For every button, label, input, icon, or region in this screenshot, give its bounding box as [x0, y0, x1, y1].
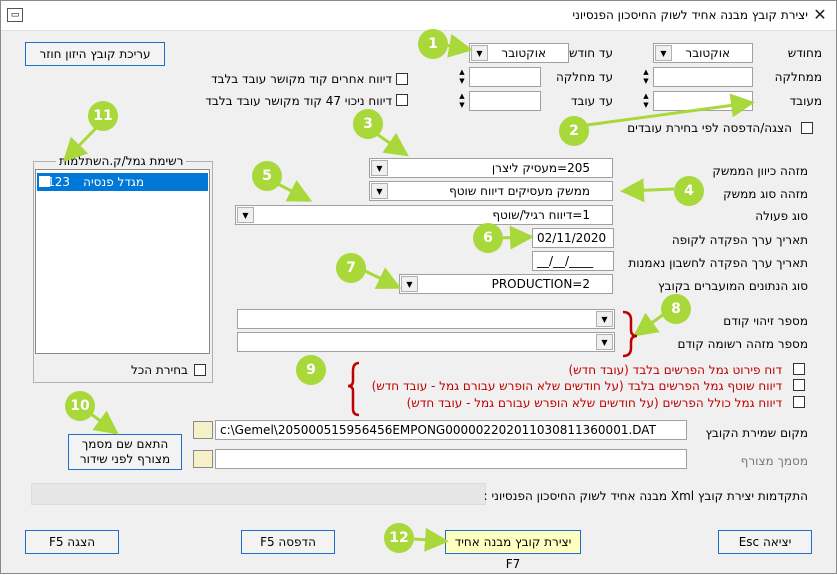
list-item-name: מגדל פנסיה — [83, 175, 144, 189]
to-emp-label: עד עובד — [570, 94, 613, 108]
window-title: יצירת קובץ מבנה אחיד לשוק החיסכון הפנסיו… — [572, 8, 808, 22]
spinner-icon[interactable]: ▲ ▼ — [640, 68, 652, 88]
list-item-code: 123 — [47, 175, 70, 189]
select-all-label: בחירת הכל — [131, 363, 188, 377]
to-month-label: עד חודש — [568, 46, 613, 60]
annotation-marker: 9 — [296, 355, 326, 385]
report-current-diff-label: דיווח שוטף גמל הפרשים בלבד (על חודשים של… — [371, 379, 782, 393]
chevron-down-icon[interactable]: ▼ — [237, 207, 254, 223]
annotation-marker: 1 — [418, 29, 448, 59]
trust-date-input[interactable]: __/__/____ — [532, 251, 614, 271]
from-dept-input[interactable]: ▲ ▼ — [643, 67, 753, 87]
close-icon[interactable]: ✕ — [810, 5, 830, 25]
print-button[interactable]: הדפסה F5 — [241, 530, 335, 554]
to-dept-label: עד מחלקה — [555, 70, 613, 84]
prev-id-select[interactable]: ▼ — [237, 309, 615, 329]
to-month-select[interactable]: אוקטובר ▼ — [469, 43, 569, 63]
list-item-checkbox[interactable] — [39, 176, 50, 187]
from-dept-label: ממחלקה — [774, 70, 822, 84]
annotation-marker: 3 — [353, 109, 383, 139]
prev-record-select[interactable]: ▼ — [237, 332, 615, 352]
progress-bar — [31, 483, 486, 505]
show-button[interactable]: הצגה F5 — [25, 530, 119, 554]
action-type-label: סוג פעולה — [755, 209, 808, 223]
data-type-label: סוג הנתונים המועברים בקובץ — [658, 279, 808, 293]
spinner-icon[interactable]: ▲ ▼ — [640, 92, 652, 112]
report-inclusive-checkbox[interactable] — [793, 396, 805, 408]
folder-icon[interactable] — [193, 421, 213, 439]
prev-record-label: מספר מזהה רשומה קודם — [677, 337, 808, 351]
main-window: ▭ יצירת קובץ מבנה אחיד לשוק החיסכון הפנס… — [0, 0, 837, 574]
report-details-label: דוח פירוט גמל הפרשים בלבד (עובד חדש) — [568, 363, 783, 377]
annotation-marker: 7 — [336, 253, 366, 283]
annotation-marker: 5 — [252, 161, 282, 191]
show-print-by-emp-label: הצגה/הדפסה לפי בחירת עובדים — [627, 121, 792, 135]
chevron-down-icon[interactable]: ▼ — [596, 334, 613, 350]
deposit-date-label: תאריך ערך הפקדה לקופה — [671, 233, 808, 247]
app-window-icon: ▭ — [7, 8, 23, 22]
annotation-marker: 10 — [65, 391, 95, 421]
chevron-down-icon[interactable]: ▼ — [471, 45, 488, 61]
annotation-marker: 4 — [674, 176, 704, 206]
annotation-marker: 6 — [473, 223, 503, 253]
save-path-label: מקום שמירת הקובץ — [705, 426, 808, 440]
spinner-icon[interactable]: ▲ ▼ — [456, 68, 468, 88]
prev-id-label: מספר זיהוי קודם — [723, 314, 808, 328]
chevron-down-icon[interactable]: ▼ — [655, 45, 672, 61]
from-month-label: מחודש — [787, 46, 822, 60]
annotation-marker: 12 — [384, 523, 414, 553]
deposit-date-input[interactable]: 02/11/2020 — [532, 228, 614, 248]
title-bar: ▭ יצירת קובץ מבנה אחיד לשוק החיסכון הפנס… — [1, 1, 836, 31]
employer-dir-label: מזהה כיוון הממשק — [712, 164, 808, 178]
folder-icon[interactable] — [193, 450, 213, 468]
list-item[interactable]: מגדל פנסיה 123 — [37, 173, 208, 191]
chevron-down-icon[interactable]: ▼ — [371, 160, 388, 176]
report-deduct47-label: דיווח ניכוי 47 קוד מקושר עובד בלבד — [205, 94, 392, 108]
interface-type-select[interactable]: ממשק מעסיקים דיווח שוטף ▼ — [369, 181, 613, 201]
report-deduct47-checkbox[interactable] — [396, 94, 408, 106]
attached-doc-input[interactable] — [215, 449, 687, 469]
from-emp-label: מעובד — [789, 94, 822, 108]
chevron-down-icon[interactable]: ▼ — [401, 276, 418, 292]
annotation-marker: 2 — [559, 116, 589, 146]
action-type-select[interactable]: 1=דיווח רגיל/שוטף ▼ — [235, 205, 613, 225]
from-emp-input[interactable]: ▲ ▼ — [643, 91, 753, 111]
annotation-marker: 8 — [661, 294, 691, 324]
report-others-checkbox[interactable] — [396, 73, 408, 85]
pension-list-title: רשימת גמל/ק.השתלמות — [56, 154, 187, 168]
save-path-input[interactable]: c:\Gemel\205000515956456EMPONG0000022020… — [215, 420, 687, 440]
attached-doc-label: מסמך מצורף — [740, 454, 808, 468]
report-details-checkbox[interactable] — [793, 363, 805, 375]
progress-label: התקדמות יצירת קובץ Xml מבנה אחיד לשוק הח… — [483, 489, 808, 503]
select-all-checkbox[interactable] — [194, 364, 206, 376]
trust-date-label: תאריך ערך הפקדה לחשבון נאמנות — [628, 256, 808, 270]
match-doc-name-button[interactable]: התאם שם מסמך מצורף לפני שידור — [68, 434, 182, 470]
data-type-select[interactable]: PRODUCTION=2 ▼ — [399, 274, 613, 294]
spinner-icon[interactable]: ▲ ▼ — [456, 92, 468, 112]
interface-type-label: מזהה סוג ממשק — [723, 187, 808, 201]
chevron-down-icon[interactable]: ▼ — [596, 311, 613, 327]
pension-listbox[interactable]: מגדל פנסיה 123 — [35, 169, 210, 354]
to-dept-input[interactable]: ▲ ▼ — [459, 67, 541, 87]
from-month-select[interactable]: אוקטובר ▼ — [653, 43, 753, 63]
chevron-down-icon[interactable]: ▼ — [371, 183, 388, 199]
employer-dir-select[interactable]: 205=מעסיק ליצרן ▼ — [369, 158, 613, 178]
report-others-label: דיווח אחרים קוד מקושר עובד בלבד — [210, 72, 392, 86]
exit-button[interactable]: יציאה Esc — [718, 530, 812, 554]
create-file-button[interactable]: יצירת קובץ מבנה אחיד F7 — [445, 530, 581, 571]
report-current-diff-checkbox[interactable] — [793, 379, 805, 391]
to-emp-input[interactable]: ▲ ▼ — [459, 91, 541, 111]
show-print-by-emp-checkbox[interactable] — [801, 122, 813, 134]
annotation-marker: 11 — [88, 101, 118, 131]
edit-return-file-button[interactable]: עריכת קובץ היזון חוזר — [25, 42, 165, 66]
report-inclusive-label: דיווח גמל כולל הפרשים (על חודשים שלא הופ… — [406, 396, 782, 410]
